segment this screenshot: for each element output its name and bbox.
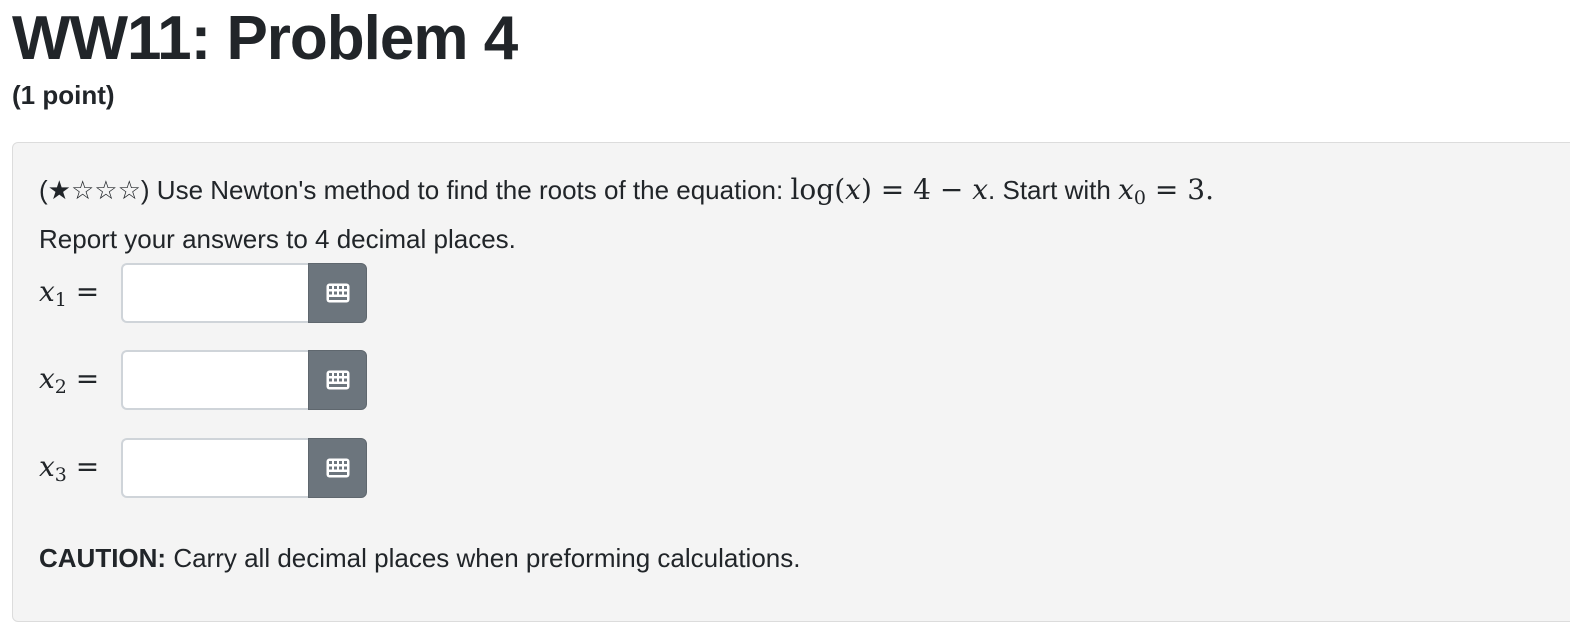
answer-input-x3[interactable] bbox=[121, 438, 308, 498]
answer-group-x1 bbox=[121, 263, 367, 323]
calculator-grid-icon bbox=[326, 370, 349, 390]
calculator-grid-icon bbox=[326, 458, 349, 478]
keypad-button-x2[interactable] bbox=[308, 350, 367, 410]
answer-label-x3: x3 = bbox=[39, 450, 100, 486]
caution-text: Carry all decimal places when preforming… bbox=[166, 543, 801, 573]
answer-row-x1: x1 = bbox=[39, 263, 367, 323]
caution-label: CAUTION: bbox=[39, 543, 167, 573]
caution-note: CAUTION: Carry all decimal places when p… bbox=[39, 543, 800, 574]
report-instruction: Report your answers to 4 decimal places. bbox=[39, 224, 516, 254]
calculator-grid-icon bbox=[326, 283, 349, 303]
problem-intro: Use Newton's method to find the roots of… bbox=[149, 175, 791, 205]
answer-input-x1[interactable] bbox=[121, 263, 308, 323]
problem-statement: (★☆☆☆) Use Newton's method to find the r… bbox=[39, 169, 1214, 260]
answer-group-x3 bbox=[121, 438, 367, 498]
points-label: (1 point) bbox=[12, 80, 115, 110]
answer-row-x3: x3 = bbox=[39, 438, 367, 498]
answer-label-x1: x1 = bbox=[39, 275, 100, 311]
start-text: . Start with bbox=[988, 175, 1119, 205]
keypad-button-x1[interactable] bbox=[308, 263, 367, 323]
answer-label-x2: x2 = bbox=[39, 362, 100, 398]
answer-group-x2 bbox=[121, 350, 367, 410]
answer-row-x2: x2 = bbox=[39, 350, 367, 410]
problem-header: WW11: Problem 4 (1 point) bbox=[12, 0, 518, 111]
keypad-button-x3[interactable] bbox=[308, 438, 367, 498]
problem-panel: (★☆☆☆) Use Newton's method to find the r… bbox=[12, 142, 1570, 622]
initial-value: x0 = 3. bbox=[1118, 173, 1214, 209]
page-title: WW11: Problem 4 bbox=[12, 4, 518, 73]
equation: log(x) = 4 − x bbox=[790, 173, 989, 206]
answer-input-x2[interactable] bbox=[121, 350, 308, 410]
difficulty-stars: (★☆☆☆) bbox=[39, 175, 150, 205]
